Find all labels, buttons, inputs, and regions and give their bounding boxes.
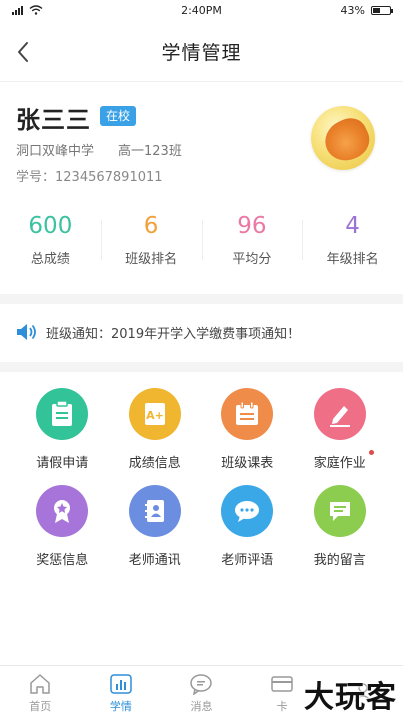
svg-text:A+: A+ <box>146 409 164 422</box>
avatar[interactable] <box>311 106 375 170</box>
grid-item-contacts[interactable]: 老师通讯 <box>109 485 202 568</box>
stat-value: 4 <box>345 213 360 239</box>
grid-label: 老师评语 <box>221 553 274 568</box>
status-right: 43% <box>340 4 393 17</box>
card-icon <box>271 675 293 692</box>
student-profile: 张三三 在校 洞口双峰中学 高一123班 学号：1234567891011 <box>0 82 403 192</box>
status-badge: 在校 <box>100 106 137 126</box>
stat-label: 班级排名 <box>125 252 178 267</box>
tab-label: 卡 <box>276 699 288 713</box>
section-divider <box>0 294 403 304</box>
grid-item-my-message[interactable]: 我的留言 <box>294 485 387 568</box>
grade-info-icon: A+ <box>128 388 181 440</box>
watermark-logo: 大玩客 <box>304 680 397 715</box>
chevron-left-icon <box>18 42 28 62</box>
school-name: 洞口双峰中学 <box>16 144 95 159</box>
tab-study[interactable]: 学情 <box>81 666 162 720</box>
grid-item-homework[interactable]: 家庭作业 <box>294 388 387 471</box>
school-class-line: 洞口双峰中学 高一123班 <box>16 140 182 159</box>
grid-label: 成绩信息 <box>128 456 181 471</box>
stat-label: 总成绩 <box>30 252 70 267</box>
grid-label: 奖惩信息 <box>36 553 89 568</box>
leave-request-icon <box>36 388 89 440</box>
stat-grade-rank[interactable]: 4 年级排名 <box>302 210 403 280</box>
stat-value: 6 <box>143 213 159 239</box>
grid-item-leave-request[interactable]: 请假申请 <box>16 388 109 471</box>
contacts-icon <box>128 485 181 537</box>
stat-average[interactable]: 96 平均分 <box>201 210 303 280</box>
battery-percent: 43% <box>340 4 365 17</box>
homework-icon <box>313 388 366 440</box>
stat-label: 年级排名 <box>326 252 379 267</box>
tab-label: 消息 <box>190 699 213 713</box>
class-schedule-icon <box>221 388 274 440</box>
tab-messages[interactable]: 消息 <box>161 666 242 720</box>
stats-row: 600 总成绩 6 班级排名 96 平均分 4 年级排名 <box>0 210 403 280</box>
grid-item-class-schedule[interactable]: 班级课表 <box>201 388 294 471</box>
notice-bar[interactable]: 班级通知：2019年开学入学缴费事项通知！ <box>0 312 403 352</box>
stat-value: 600 <box>28 213 73 239</box>
award-icon <box>36 485 89 537</box>
home-icon <box>30 673 51 694</box>
section-divider <box>0 362 403 372</box>
message-icon <box>313 485 366 537</box>
comment-icon <box>221 485 274 537</box>
tab-label: 首页 <box>29 699 52 713</box>
status-bar: 2:40PM 43% <box>0 0 403 22</box>
grid-item-teacher-comment[interactable]: 老师评语 <box>201 485 294 568</box>
grid-label: 我的留言 <box>313 553 366 568</box>
battery-icon <box>371 6 393 15</box>
speaker-icon <box>17 324 36 340</box>
student-name: 张三三 <box>16 106 91 134</box>
grid-label: 请假申请 <box>36 456 89 471</box>
tab-label: 学情 <box>109 699 132 713</box>
tab-home[interactable]: 首页 <box>0 666 81 720</box>
student-number: 学号：1234567891011 <box>16 170 163 185</box>
grid-label: 老师通讯 <box>128 553 181 568</box>
grid-label: 家庭作业 <box>313 456 366 471</box>
stat-class-rank[interactable]: 6 班级排名 <box>100 210 202 280</box>
feature-grid: 请假申请 A+ 成绩信息 班级课表 家庭作业 奖惩信息 老师通讯 老师评语 我的… <box>16 388 386 568</box>
stat-label: 平均分 <box>232 252 272 267</box>
class-name: 高一123班 <box>118 144 182 159</box>
app-header: 学情管理 <box>0 22 403 82</box>
grid-item-award[interactable]: 奖惩信息 <box>16 485 109 568</box>
battery-fill <box>373 8 380 13</box>
chart-icon <box>110 673 132 694</box>
back-button[interactable] <box>10 38 36 66</box>
notification-dot <box>369 450 374 455</box>
page-title: 学情管理 <box>161 42 242 64</box>
chat-icon <box>190 673 213 695</box>
grid-item-grade-info[interactable]: A+ 成绩信息 <box>109 388 202 471</box>
stat-value: 96 <box>237 213 267 239</box>
avatar-fruit-image <box>318 112 375 168</box>
grid-label: 班级课表 <box>221 456 274 471</box>
notice-text: 班级通知：2019年开学入学缴费事项通知！ <box>46 326 301 342</box>
stat-total-score[interactable]: 600 总成绩 <box>0 210 101 280</box>
